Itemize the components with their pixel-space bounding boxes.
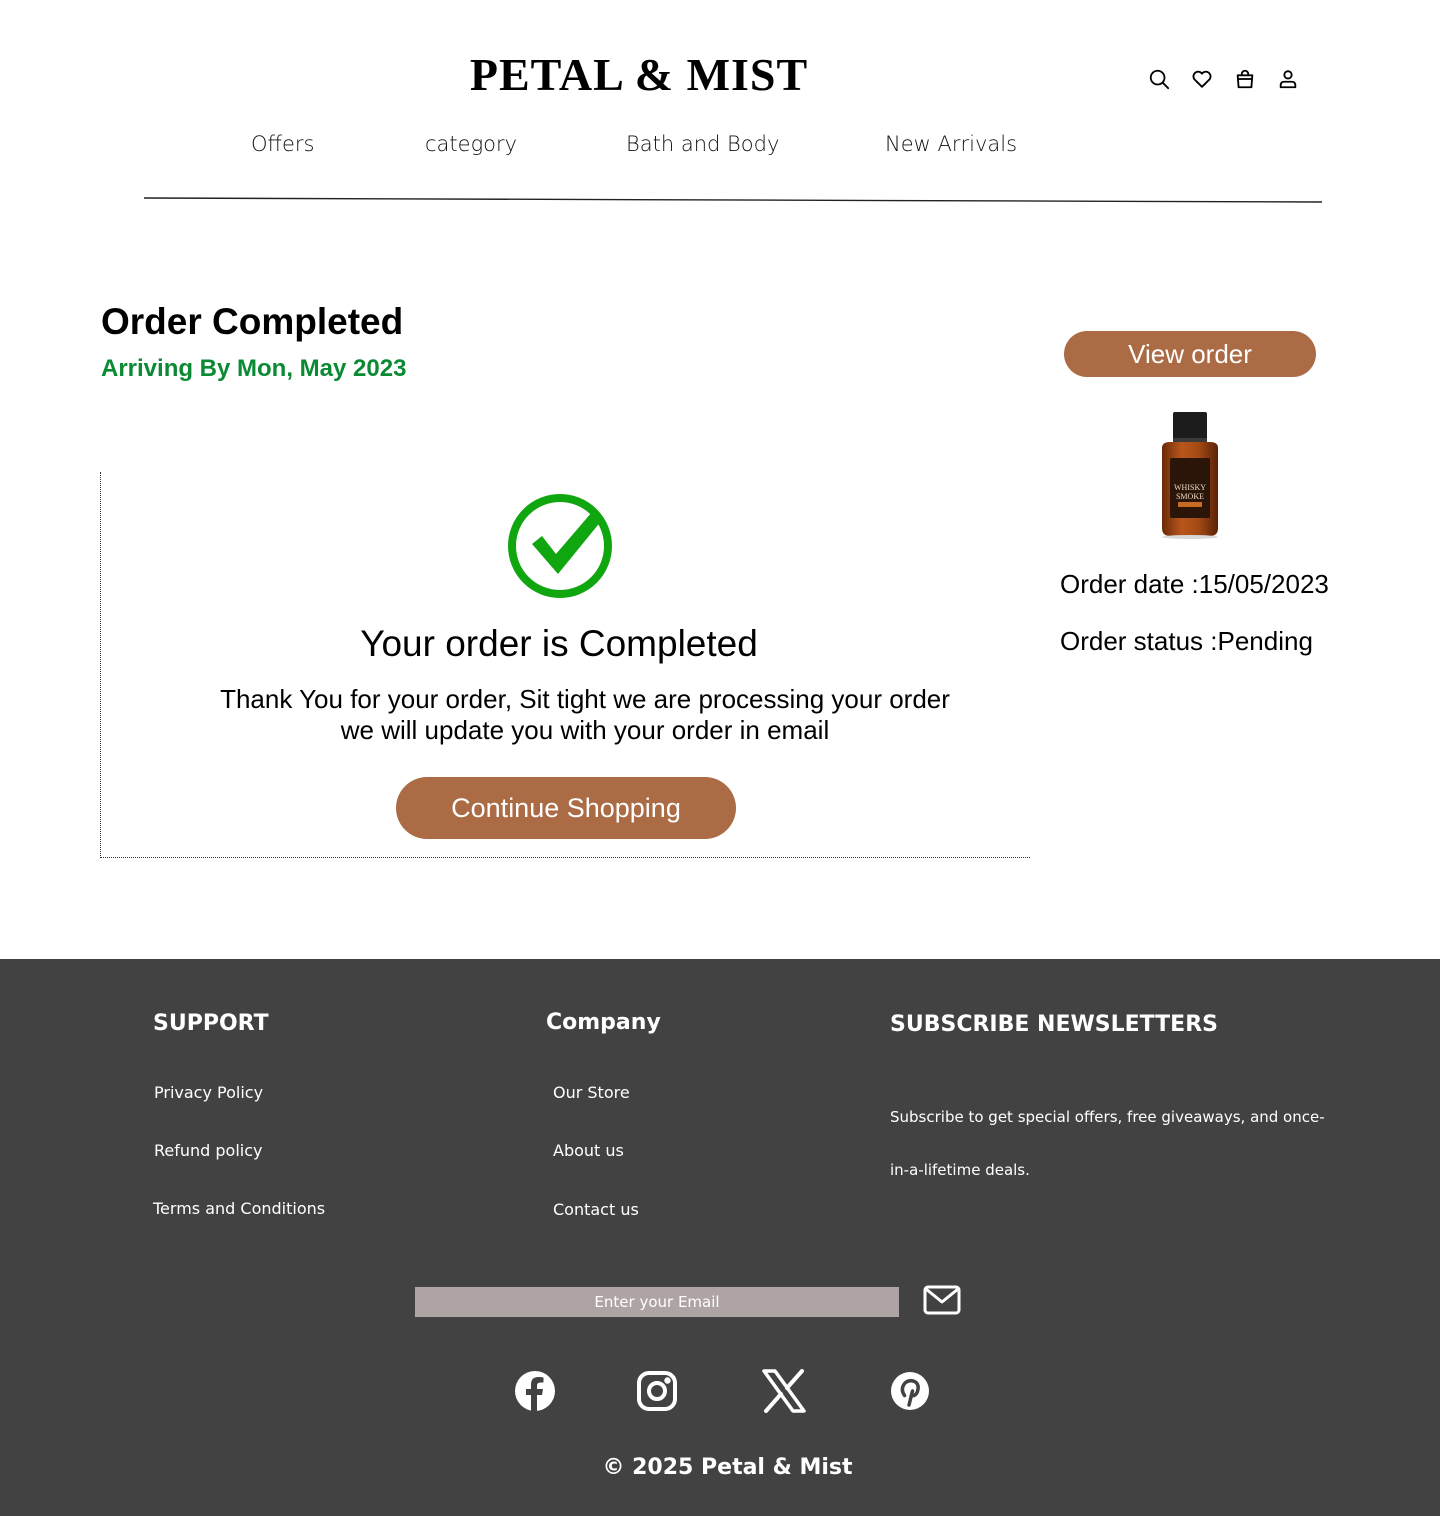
check-circle-icon — [508, 494, 612, 598]
terms-and-conditions-link[interactable]: Terms and Conditions — [153, 1198, 325, 1220]
newsletter-heading: SUBSCRIBE NEWSLETTERS — [890, 1012, 1218, 1037]
heart-icon[interactable] — [1191, 68, 1213, 90]
arrival-date: Arriving By Mon, May 2023 — [101, 355, 407, 382]
order-status: Order status :Pending — [1060, 626, 1313, 656]
header-divider — [144, 197, 1322, 203]
page-title: Order Completed — [101, 301, 404, 342]
mail-icon[interactable] — [923, 1285, 961, 1315]
product-label-bottom: SMOKE — [1176, 492, 1204, 501]
header-icons — [1148, 68, 1299, 90]
shopping-bag-icon[interactable] — [1234, 68, 1256, 90]
nav-new-arrivals[interactable]: New Arrivals — [885, 128, 1017, 160]
search-icon[interactable] — [1148, 68, 1170, 90]
email-input[interactable] — [415, 1287, 899, 1317]
about-us-link[interactable]: About us — [553, 1140, 624, 1162]
nav-category[interactable]: category — [425, 128, 517, 160]
continue-shopping-button[interactable]: Continue Shopping — [396, 777, 736, 839]
refund-policy-link[interactable]: Refund policy — [154, 1140, 263, 1162]
newsletter-description: Subscribe to get special offers, free gi… — [890, 1108, 1325, 1179]
brand-logo[interactable]: PETAL & MIST — [0, 48, 1278, 102]
contact-us-link[interactable]: Contact us — [553, 1199, 639, 1221]
product-image: WHISKY SMOKE — [1162, 412, 1218, 539]
pinterest-icon[interactable] — [888, 1369, 932, 1413]
company-heading: Company — [546, 1010, 661, 1035]
confirmation-line-2: we will update you with your order in em… — [340, 715, 830, 745]
privacy-policy-link[interactable]: Privacy Policy — [154, 1082, 263, 1104]
view-order-button[interactable]: View order — [1064, 331, 1316, 377]
confirmation-message: Thank You for your order, Sit tight we a… — [101, 684, 1069, 746]
confirmation-panel: Your order is Completed Thank You for yo… — [100, 472, 1030, 858]
confirmation-heading: Your order is Completed — [360, 623, 758, 664]
facebook-icon[interactable] — [513, 1369, 557, 1413]
support-heading: SUPPORT — [153, 1011, 269, 1036]
site-footer: SUPPORT Privacy Policy Refund policy Ter… — [0, 959, 1440, 1516]
instagram-icon[interactable] — [635, 1369, 679, 1413]
our-store-link[interactable]: Our Store — [553, 1082, 630, 1104]
user-icon[interactable] — [1277, 68, 1299, 90]
confirmation-line-1: Thank You for your order, Sit tight we a… — [220, 684, 950, 714]
copyright: © 2025 Petal & Mist — [602, 1455, 853, 1480]
product-label-top: WHISKY — [1174, 483, 1206, 492]
x-icon[interactable] — [762, 1369, 806, 1413]
nav-bath-and-body[interactable]: Bath and Body — [626, 128, 779, 160]
main-nav: Offers category Bath and Body New Arriva… — [0, 128, 1440, 162]
nav-offers[interactable]: Offers — [251, 128, 315, 160]
order-date: Order date :15/05/2023 — [1060, 569, 1329, 599]
